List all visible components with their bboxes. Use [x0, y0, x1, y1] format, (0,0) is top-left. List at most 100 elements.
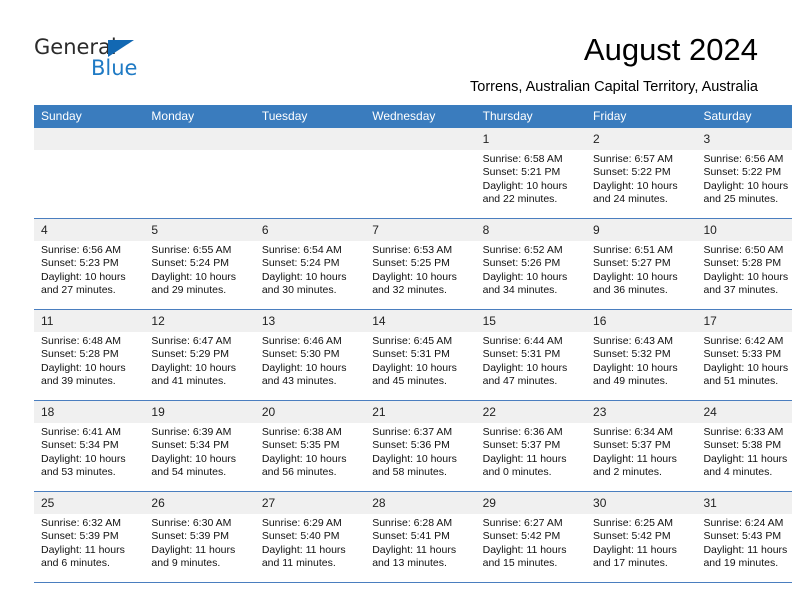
sunrise-text: Sunrise: 6:27 AM	[482, 517, 563, 529]
daylight-text: and 41 minutes.	[151, 375, 227, 388]
daylight-text: and 27 minutes.	[41, 284, 116, 297]
sunrise-text: Sunrise: 6:30 AM	[151, 517, 232, 529]
daylight-text: Daylight: 11 hours	[151, 543, 236, 556]
calendar-day-cell[interactable]: 2 Sunrise: 6:57 AM Sunset: 5:22 PM Daylight…	[586, 128, 697, 219]
day-number: 27	[254, 492, 366, 514]
day-number: 10	[696, 219, 792, 241]
sunset-text: Sunset: 5:33 PM	[703, 348, 782, 361]
day-number: 5	[144, 219, 255, 241]
sunset-text: Sunset: 5:32 PM	[593, 348, 671, 361]
daylight-text: Daylight: 10 hours	[593, 179, 678, 192]
daylight-text: Daylight: 11 hours	[482, 543, 567, 556]
calendar-day-cell[interactable]: 28 Sunrise: 6:28 AM Sunset: 5:41 PM Dayligh…	[365, 491, 476, 583]
day-details: Sunrise: 6:33 AM Sunset: 5:38 PM Daylight:…	[696, 423, 792, 480]
calendar-day-cell[interactable]: 29 Sunrise: 6:27 AM Sunset: 5:42 PM Dayligh…	[475, 491, 587, 583]
calendar-day-cell[interactable]: 18 Sunrise: 6:41 AM Sunset: 5:34 PM Dayligh…	[34, 400, 145, 492]
sunrise-text: Sunrise: 6:48 AM	[41, 335, 121, 347]
daylight-text: Daylight: 10 hours	[372, 361, 457, 374]
calendar-day-cell[interactable]: 25 Sunrise: 6:32 AM Sunset: 5:39 PM Dayligh…	[34, 491, 145, 583]
sunset-text: Sunset: 5:30 PM	[261, 348, 340, 361]
day-number: 15	[475, 310, 587, 332]
sunrise-text: Sunrise: 6:28 AM	[372, 517, 453, 529]
calendar-day-cell[interactable]: 21 Sunrise: 6:37 AM Sunset: 5:36 PM Dayligh…	[365, 400, 476, 492]
calendar-day-cell[interactable]: 20 Sunrise: 6:38 AM Sunset: 5:35 PM Dayligh…	[254, 400, 366, 492]
calendar-day-cell[interactable]: 7 Sunrise: 6:53 AM Sunset: 5:25 PM Daylight…	[365, 218, 476, 310]
sunrise-text: Sunrise: 6:45 AM	[372, 335, 453, 347]
day-details: Sunrise: 6:29 AM Sunset: 5:40 PM Daylight:…	[255, 514, 365, 571]
day-number: 9	[586, 219, 697, 241]
calendar-day-cell[interactable]: 10 Sunrise: 6:50 AM Sunset: 5:28 PM Dayligh…	[696, 218, 792, 310]
sunrise-text: Sunrise: 6:57 AM	[593, 153, 673, 165]
sunset-text: Sunset: 5:26 PM	[482, 257, 561, 270]
sunrise-text: Sunrise: 6:52 AM	[482, 244, 563, 256]
calendar-day-cell[interactable]: 9 Sunrise: 6:51 AM Sunset: 5:27 PM Daylight…	[586, 218, 697, 310]
day-number: 21	[365, 401, 476, 423]
calendar-day-cell[interactable]: 22 Sunrise: 6:36 AM Sunset: 5:37 PM Dayligh…	[475, 400, 587, 492]
calendar-day-cell[interactable]: 1 Sunrise: 6:58 AM Sunset: 5:21 PM Daylight…	[475, 128, 587, 219]
sunset-text: Sunset: 5:29 PM	[151, 348, 230, 361]
calendar-weekday-tuesday: Tuesday	[254, 105, 366, 128]
daylight-text: and 34 minutes.	[482, 284, 558, 297]
page-header: General Blue August 2024 Torrens, Austra…	[0, 0, 792, 100]
sunrise-text: Sunrise: 6:53 AM	[372, 244, 453, 256]
calendar-day-cell[interactable]: 19 Sunrise: 6:39 AM Sunset: 5:34 PM Dayligh…	[144, 400, 255, 492]
general-blue-logo[interactable]: General Blue	[34, 36, 234, 82]
calendar-day-cell[interactable]: 27 Sunrise: 6:29 AM Sunset: 5:40 PM Dayligh…	[254, 491, 366, 583]
calendar-day-cell[interactable]: 5 Sunrise: 6:55 AM Sunset: 5:24 PM Daylight…	[144, 218, 255, 310]
calendar-day-cell[interactable]: 17 Sunrise: 6:42 AM Sunset: 5:33 PM Dayligh…	[696, 309, 792, 401]
day-details: Sunrise: 6:52 AM Sunset: 5:26 PM Daylight:…	[476, 241, 586, 298]
daylight-text: Daylight: 11 hours	[703, 452, 788, 465]
day-number: 18	[34, 401, 145, 423]
daylight-text: and 36 minutes.	[593, 284, 668, 297]
calendar-day-cell[interactable]: 3 Sunrise: 6:56 AM Sunset: 5:22 PM Daylight…	[696, 128, 792, 219]
day-details: Sunrise: 6:57 AM Sunset: 5:22 PM Daylight:…	[586, 150, 696, 207]
day-details: Sunrise: 6:38 AM Sunset: 5:35 PM Daylight:…	[255, 423, 365, 480]
daylight-text: Daylight: 11 hours	[261, 543, 346, 556]
calendar-day-cell[interactable]: 30 Sunrise: 6:25 AM Sunset: 5:42 PM Dayligh…	[586, 491, 697, 583]
day-details: Sunrise: 6:45 AM Sunset: 5:31 PM Daylight:…	[365, 332, 475, 389]
sunrise-text: Sunrise: 6:44 AM	[482, 335, 563, 347]
calendar-day-cell-empty	[144, 128, 255, 219]
calendar-day-cell[interactable]: 6 Sunrise: 6:54 AM Sunset: 5:24 PM Daylight…	[254, 218, 366, 310]
calendar-container: Sunday Monday Tuesday Wednesday Thursday Frid…	[34, 105, 792, 583]
sunset-text: Sunset: 5:27 PM	[593, 257, 671, 270]
calendar-day-cell[interactable]: 15 Sunrise: 6:44 AM Sunset: 5:31 PM Dayligh…	[475, 309, 587, 401]
page-title: August 2024	[583, 32, 758, 67]
daylight-text: and 45 minutes.	[372, 375, 447, 388]
daylight-text: and 6 minutes.	[41, 557, 110, 570]
calendar-day-cell[interactable]: 23 Sunrise: 6:34 AM Sunset: 5:37 PM Dayligh…	[586, 400, 697, 492]
daylight-text: Daylight: 10 hours	[372, 452, 457, 465]
daylight-text: and 43 minutes.	[261, 375, 337, 388]
sunrise-text: Sunrise: 6:46 AM	[261, 335, 342, 347]
calendar-day-cell[interactable]: 4 Sunrise: 6:56 AM Sunset: 5:23 PM Daylight…	[34, 218, 145, 310]
sunset-text: Sunset: 5:38 PM	[703, 439, 782, 452]
calendar-day-cell[interactable]: 12 Sunrise: 6:47 AM Sunset: 5:29 PM Dayligh…	[144, 309, 255, 401]
sunrise-text: Sunrise: 6:33 AM	[703, 426, 784, 438]
sunset-text: Sunset: 5:28 PM	[41, 348, 119, 361]
calendar-day-cell[interactable]: 11 Sunrise: 6:48 AM Sunset: 5:28 PM Dayligh…	[34, 309, 145, 401]
calendar-day-cell[interactable]: 13 Sunrise: 6:46 AM Sunset: 5:30 PM Dayligh…	[254, 309, 366, 401]
calendar-day-cell[interactable]: 26 Sunrise: 6:30 AM Sunset: 5:39 PM Dayligh…	[144, 491, 255, 583]
daylight-text: and 22 minutes.	[482, 193, 558, 206]
sunset-text: Sunset: 5:22 PM	[703, 166, 782, 179]
daylight-text: and 47 minutes.	[482, 375, 558, 388]
day-details: Sunrise: 6:42 AM Sunset: 5:33 PM Daylight:…	[696, 332, 792, 389]
daylight-text: and 0 minutes.	[482, 466, 552, 479]
day-number: 23	[586, 401, 697, 423]
sunset-text: Sunset: 5:39 PM	[41, 530, 119, 543]
calendar-day-cell-empty	[365, 128, 476, 219]
sunrise-text: Sunrise: 6:54 AM	[261, 244, 342, 256]
calendar-weekday-thursday: Thursday	[475, 105, 587, 128]
daylight-text: and 54 minutes.	[151, 466, 227, 479]
sunrise-text: Sunrise: 6:37 AM	[372, 426, 453, 438]
calendar-day-cell[interactable]: 16 Sunrise: 6:43 AM Sunset: 5:32 PM Dayligh…	[586, 309, 697, 401]
sunrise-text: Sunrise: 6:36 AM	[482, 426, 563, 438]
calendar-day-cell[interactable]: 14 Sunrise: 6:45 AM Sunset: 5:31 PM Dayligh…	[365, 309, 476, 401]
calendar-day-cell[interactable]: 24 Sunrise: 6:33 AM Sunset: 5:38 PM Dayligh…	[696, 400, 792, 492]
day-number: 6	[254, 219, 366, 241]
day-details: Sunrise: 6:32 AM Sunset: 5:39 PM Daylight:…	[34, 514, 144, 571]
calendar-day-cell[interactable]: 8 Sunrise: 6:52 AM Sunset: 5:26 PM Daylight…	[475, 218, 587, 310]
calendar-day-cell[interactable]: 31 Sunrise: 6:24 AM Sunset: 5:43 PM Dayligh…	[696, 491, 792, 583]
day-details: Sunrise: 6:56 AM Sunset: 5:22 PM Daylight:…	[696, 150, 792, 207]
day-details: Sunrise: 6:36 AM Sunset: 5:37 PM Daylight:…	[476, 423, 586, 480]
